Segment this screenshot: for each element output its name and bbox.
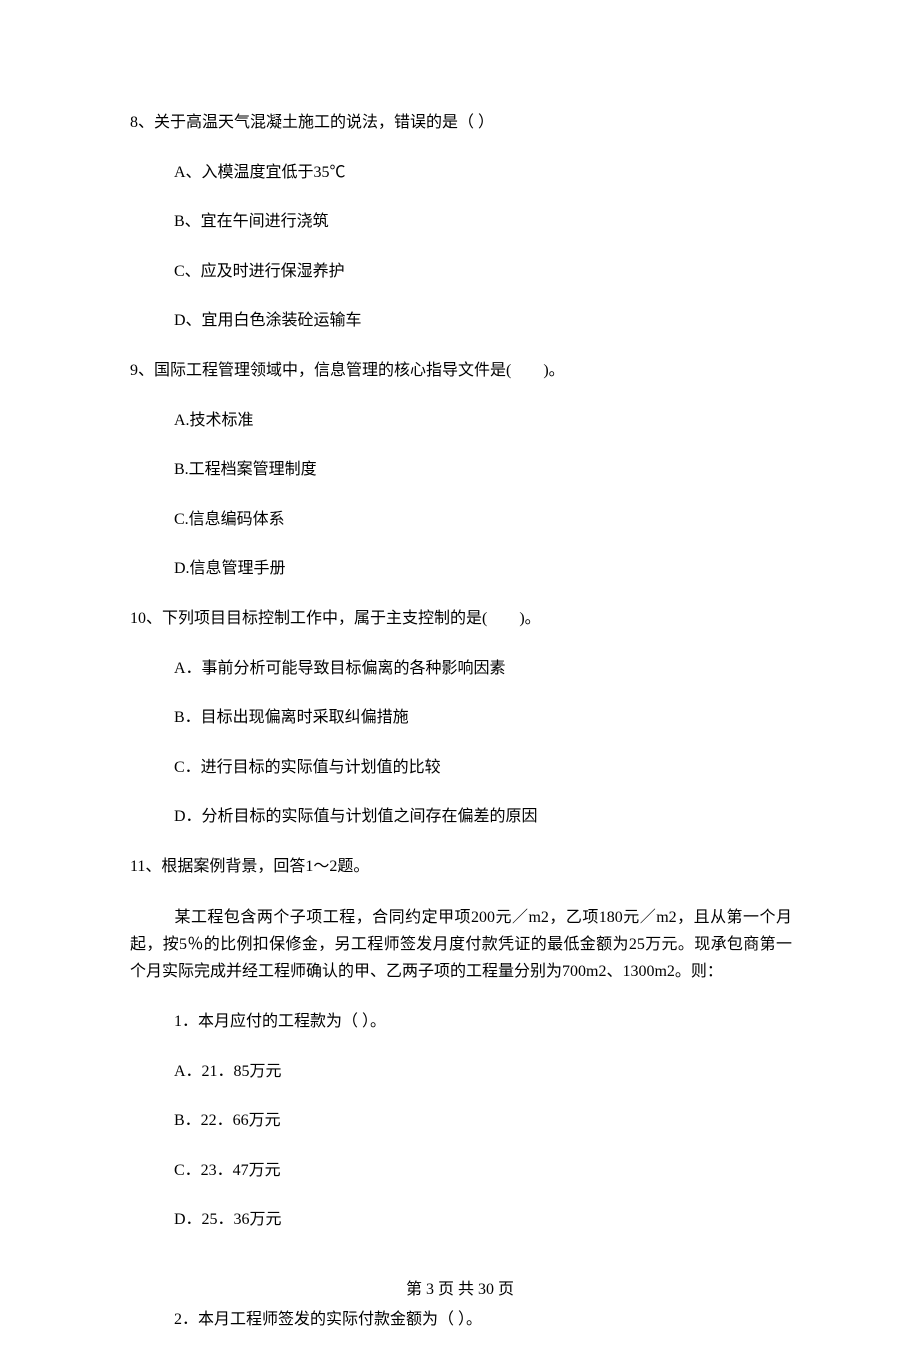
- question-11-sub1-option-c: C．23．47万元: [130, 1158, 792, 1184]
- question-8-option-b: B、宜在午间进行浇筑: [130, 209, 792, 235]
- question-10-stem: 10、下列项目目标控制工作中，属于主支控制的是( )。: [130, 606, 792, 632]
- question-11-stem: 11、根据案例背景，回答1～2题。: [130, 854, 792, 880]
- question-10-option-c: C．进行目标的实际值与计划值的比较: [130, 755, 792, 781]
- question-11-sub1-option-a: A．21．85万元: [130, 1059, 792, 1085]
- question-11-sub1-option-d: D．25．36万元: [130, 1207, 792, 1233]
- page-footer: 第 3 页 共 30 页: [0, 1275, 920, 1299]
- question-10-option-b: B．目标出现偏离时采取纠偏措施: [130, 705, 792, 731]
- question-8-option-c: C、应及时进行保湿养护: [130, 259, 792, 285]
- question-9-option-a: A.技术标准: [130, 408, 792, 434]
- question-8-option-a: A、入模温度宜低于35℃: [130, 160, 792, 186]
- question-10-option-a: A．事前分析可能导致目标偏离的各种影响因素: [130, 656, 792, 682]
- question-11-paragraph: 某工程包含两个子项工程，合同约定甲项200元／m2，乙项180元／m2，且从第一…: [130, 904, 792, 986]
- question-9-option-b: B.工程档案管理制度: [130, 457, 792, 483]
- question-9-stem: 9、国际工程管理领域中，信息管理的核心指导文件是( )。: [130, 358, 792, 384]
- question-11-sub1: 1．本月应付的工程款为（ ）。: [130, 1009, 792, 1035]
- question-9-option-c: C.信息编码体系: [130, 507, 792, 533]
- question-9-option-d: D.信息管理手册: [130, 556, 792, 582]
- question-8-option-d: D、宜用白色涂装砼运输车: [130, 308, 792, 334]
- document-page: 8、关于高温天气混凝土施工的说法，错误的是（ ） A、入模温度宜低于35℃ B、…: [0, 0, 920, 1333]
- question-8-stem: 8、关于高温天气混凝土施工的说法，错误的是（ ）: [130, 110, 792, 136]
- question-11-sub2: 2．本月工程师签发的实际付款金额为（ ）。: [130, 1307, 792, 1333]
- question-11-sub1-option-b: B．22．66万元: [130, 1108, 792, 1134]
- question-11-paragraph-text: 某工程包含两个子项工程，合同约定甲项200元／m2，乙项180元／m2，且从第一…: [130, 909, 792, 980]
- question-10-option-d: D．分析目标的实际值与计划值之间存在偏差的原因: [130, 804, 792, 830]
